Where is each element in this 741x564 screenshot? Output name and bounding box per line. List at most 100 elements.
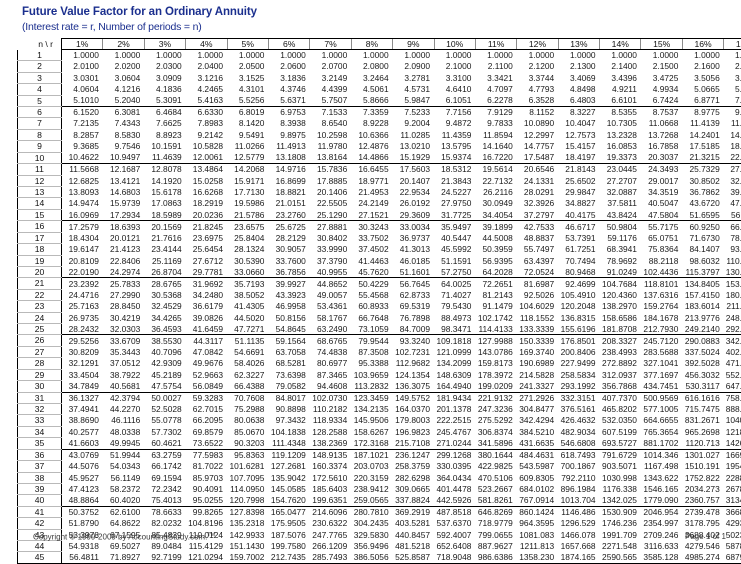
row-header-period: 31 — [18, 392, 62, 403]
row-header-period: 45 — [18, 552, 62, 563]
table-cell-factor: 309.0665 — [393, 483, 434, 494]
table-row: 1313.809314.680315.617816.626817.713018.… — [18, 186, 741, 197]
table-cell-factor: 17.5603 — [393, 164, 434, 175]
table-row: 33.03013.06043.09093.12163.15253.18363.2… — [18, 72, 741, 83]
table-cell-factor: 19.3373 — [600, 152, 641, 163]
table-cell-factor: 61.7251 — [558, 244, 599, 255]
table-cell-factor: 94.4608 — [310, 381, 351, 392]
future-value-factor-table: n \ r 1%2%3%4%5%6%7%8%9%10%11%12%13%14%1… — [17, 38, 741, 564]
table-header: n \ r 1%2%3%4%5%6%7%8%9%10%11%12%13%14%1… — [18, 39, 741, 50]
table-cell-factor: 6.1520 — [62, 107, 103, 118]
table-cell-factor: 10.6366 — [351, 129, 392, 140]
table-cell-factor: 392.5028 — [682, 358, 723, 369]
table-cell-factor: 2.0300 — [144, 61, 185, 72]
table-cell-factor: 72.2342 — [144, 483, 185, 494]
table-cell-factor: 2.0700 — [310, 61, 351, 72]
table-cell-factor: 56.0849 — [186, 381, 227, 392]
table-cell-factor: 35.3443 — [103, 346, 144, 357]
table-cell-factor: 196.9823 — [393, 426, 434, 437]
table-cell-factor: 30.5390 — [227, 255, 268, 266]
table-row: 2426.973530.421934.426539.082644.502050.… — [18, 312, 741, 323]
table-cell-factor: 66.6488 — [724, 221, 741, 232]
table-cell-factor: 356.9496 — [351, 541, 392, 552]
table-cell-factor: 8.5355 — [600, 107, 641, 118]
table-cell-factor: 56.1149 — [103, 472, 144, 483]
table-cell-factor: 17.5185 — [682, 141, 723, 152]
table-cell-factor: 17.0863 — [144, 198, 185, 209]
table-cell-factor: 31.7725 — [434, 209, 475, 220]
table-cell-factor: 181.8708 — [600, 324, 641, 335]
table-cell-factor: 15.4157 — [558, 141, 599, 152]
column-header-rate: 11% — [475, 39, 516, 50]
table-row: 4556.481171.892792.7199121.0294159.70022… — [18, 552, 741, 563]
table-cell-factor: 275.5292 — [475, 415, 516, 426]
table-cell-factor: 169.3740 — [517, 346, 558, 357]
table-cell-factor: 28.2432 — [62, 324, 103, 335]
table-cell-factor: 6879.291 — [724, 552, 741, 563]
table-cell-factor: 20.0236 — [186, 209, 227, 220]
table-cell-factor: 34.8827 — [558, 198, 599, 209]
table-cell-factor: 2.0200 — [103, 61, 144, 72]
table-cell-factor: 75.4013 — [144, 495, 185, 506]
row-header-period: 37 — [18, 461, 62, 472]
table-cell-factor: 426.4632 — [558, 415, 599, 426]
table-cell-factor: 3.1525 — [227, 72, 268, 83]
table-cell-factor: 92.4699 — [558, 278, 599, 289]
table-cell-factor: 115.4129 — [186, 541, 227, 552]
table-cell-factor: 280.7810 — [351, 506, 392, 517]
table-cell-factor: 1.0000 — [268, 50, 309, 61]
table-row: 2832.129137.051242.930949.967658.402668.… — [18, 358, 741, 369]
table-cell-factor: 245.7120 — [641, 335, 682, 346]
table-cell-factor: 266.1209 — [310, 541, 351, 552]
table-row: 3338.869046.111655.077866.209580.063897.… — [18, 415, 741, 426]
row-header-period: 28 — [18, 358, 62, 369]
table-cell-factor: 145.0585 — [268, 483, 309, 494]
table-cell-factor: 2.0900 — [393, 61, 434, 72]
table-cell-factor: 151.1430 — [227, 541, 268, 552]
table-cell-factor: 4.8498 — [558, 84, 599, 95]
table-cell-factor: 44.5076 — [62, 461, 103, 472]
table-cell-factor: 29.9847 — [558, 186, 599, 197]
table-cell-factor: 76.7898 — [393, 312, 434, 323]
table-cell-factor: 700.1867 — [558, 461, 599, 472]
table-cell-factor: 16.6455 — [351, 164, 392, 175]
table-cell-factor: 39.0826 — [186, 312, 227, 323]
table-cell-factor: 29.7781 — [186, 266, 227, 277]
table-cell-factor: 15.9171 — [227, 175, 268, 186]
table-cell-factor: 34.3519 — [641, 186, 682, 197]
table-row: 1414.947415.973917.086318.291919.598621.… — [18, 198, 741, 209]
table-cell-factor: 78.9792 — [724, 232, 741, 243]
table-cell-factor: 81.2143 — [475, 289, 516, 300]
table-cell-factor: 8.5830 — [103, 129, 144, 140]
table-cell-factor: 293.1992 — [558, 381, 599, 392]
table-cell-factor: 95.0255 — [186, 495, 227, 506]
table-cell-factor: 33.6709 — [103, 335, 144, 346]
table-cell-factor: 12.5779 — [227, 152, 268, 163]
row-header-period: 35 — [18, 438, 62, 449]
table-cell-factor: 618.7493 — [558, 449, 599, 460]
table-cell-factor: 1657.668 — [558, 541, 599, 552]
table-cell-factor: 18.9771 — [351, 175, 392, 186]
table-cell-factor: 330.0395 — [434, 461, 475, 472]
table-row: 2933.450438.792245.218952.966362.322773.… — [18, 369, 741, 380]
table-cell-factor: 28.1324 — [227, 244, 268, 255]
table-cell-factor: 25.7833 — [103, 278, 144, 289]
table-cell-factor: 220.3159 — [351, 472, 392, 483]
table-cell-factor: 187.5076 — [268, 529, 309, 540]
table-cell-factor: 1014.346 — [641, 449, 682, 460]
row-header-period: 3 — [18, 72, 62, 83]
table-cell-factor: 592.4007 — [434, 529, 475, 540]
table-cell-factor: 92.7199 — [144, 552, 185, 563]
table-cell-factor: 56.1101 — [724, 209, 741, 220]
table-cell-factor: 230.6322 — [310, 518, 351, 529]
table-cell-factor: 55.7497 — [517, 244, 558, 255]
row-header-period: 15 — [18, 209, 62, 220]
table-cell-factor: 14.7757 — [517, 141, 558, 152]
table-cell-factor: 165.0477 — [268, 506, 309, 517]
table-cell-factor: 1.0000 — [393, 50, 434, 61]
table-cell-factor: 55.4568 — [351, 289, 392, 300]
table-cell-factor: 22.0190 — [62, 266, 103, 277]
row-header-period: 44 — [18, 541, 62, 552]
table-cell-factor: 258.3759 — [393, 461, 434, 472]
table-cell-factor: 13.5795 — [434, 141, 475, 152]
